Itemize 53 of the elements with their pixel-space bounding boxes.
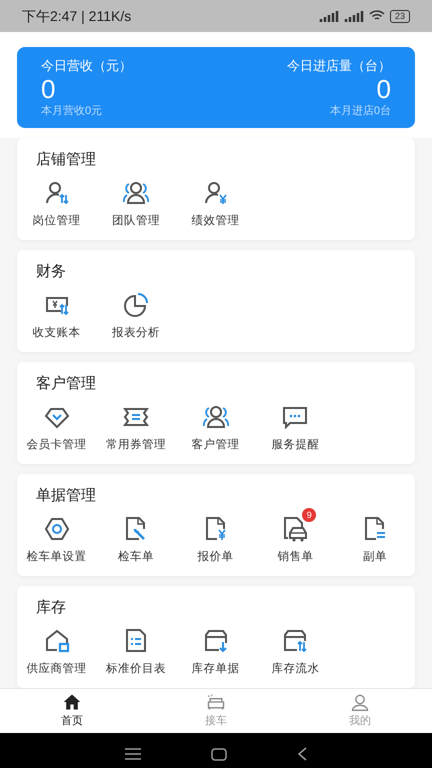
signal-icon — [318, 10, 339, 22]
menu-icon[interactable] — [125, 748, 141, 760]
settings-icon — [44, 516, 70, 542]
menu-item[interactable]: 报价单 — [176, 508, 256, 564]
chat-icon — [282, 404, 308, 430]
menu-item[interactable]: 常用券管理 — [96, 396, 176, 452]
box-arrow-icon — [202, 628, 229, 654]
menu-item[interactable]: 绩效管理 — [176, 172, 256, 228]
box-arrows-icon — [282, 628, 308, 654]
menu-item[interactable]: 库存流水 — [256, 620, 335, 676]
summary-label: 今日进店量（台） — [287, 57, 391, 75]
summary-subtext: 本月进店0台 — [330, 104, 391, 119]
menu-item[interactable]: 团队管理 — [96, 172, 176, 228]
menu-item[interactable]: 报表分析 — [96, 284, 176, 340]
signal-icon — [344, 10, 364, 22]
notification-badge: 9 — [302, 508, 316, 522]
menu-item[interactable]: 收支账本 — [17, 284, 96, 340]
battery-icon: 23 — [390, 10, 410, 22]
status-time: 下午2:47 | 211K/s — [22, 6, 132, 26]
summary-value: 0 — [376, 75, 391, 103]
home-button-icon[interactable] — [211, 748, 227, 760]
menu-item[interactable]: 检车单设置 — [17, 508, 96, 564]
sofa-icon — [206, 692, 226, 712]
menu-item[interactable]: 客户管理 — [176, 396, 256, 452]
menu-item[interactable]: 副单 — [335, 508, 414, 564]
house-icon — [44, 628, 70, 654]
summary-subtext: 本月营收0元 — [41, 104, 102, 119]
wifi-icon — [368, 10, 385, 22]
people-icon — [202, 404, 229, 430]
menu-item[interactable]: 检车单 — [96, 508, 176, 564]
home-icon — [62, 692, 82, 712]
menu-item[interactable]: 岗位管理 — [17, 172, 96, 228]
summary-label: 今日营收（元） — [41, 57, 132, 75]
section-title: 库存 — [35, 598, 67, 618]
menu-item[interactable]: 服务提醒 — [256, 396, 335, 452]
nav-tab[interactable]: 首页 — [0, 689, 144, 733]
menu-item[interactable]: 标准价目表 — [96, 620, 176, 676]
menu-item[interactable]: 库存单据 — [176, 620, 256, 676]
section-title: 财务 — [35, 262, 67, 282]
person-yen-icon — [202, 180, 229, 206]
menu-item[interactable]: 9 销售单 — [256, 508, 335, 564]
person-arrows-icon — [44, 180, 70, 206]
section-title: 客户管理 — [35, 374, 97, 394]
document-car-icon — [282, 516, 308, 542]
menu-item[interactable]: 会员卡管理 — [17, 396, 96, 452]
section-title: 店铺管理 — [35, 150, 97, 170]
people-icon — [123, 180, 150, 206]
summary-value: 0 — [41, 75, 56, 103]
back-icon[interactable] — [297, 747, 307, 761]
pie-chart-icon — [123, 292, 150, 318]
menu-item[interactable]: 供应商管理 — [17, 620, 96, 676]
section-title: 单据管理 — [35, 486, 97, 506]
person-icon — [350, 692, 370, 712]
